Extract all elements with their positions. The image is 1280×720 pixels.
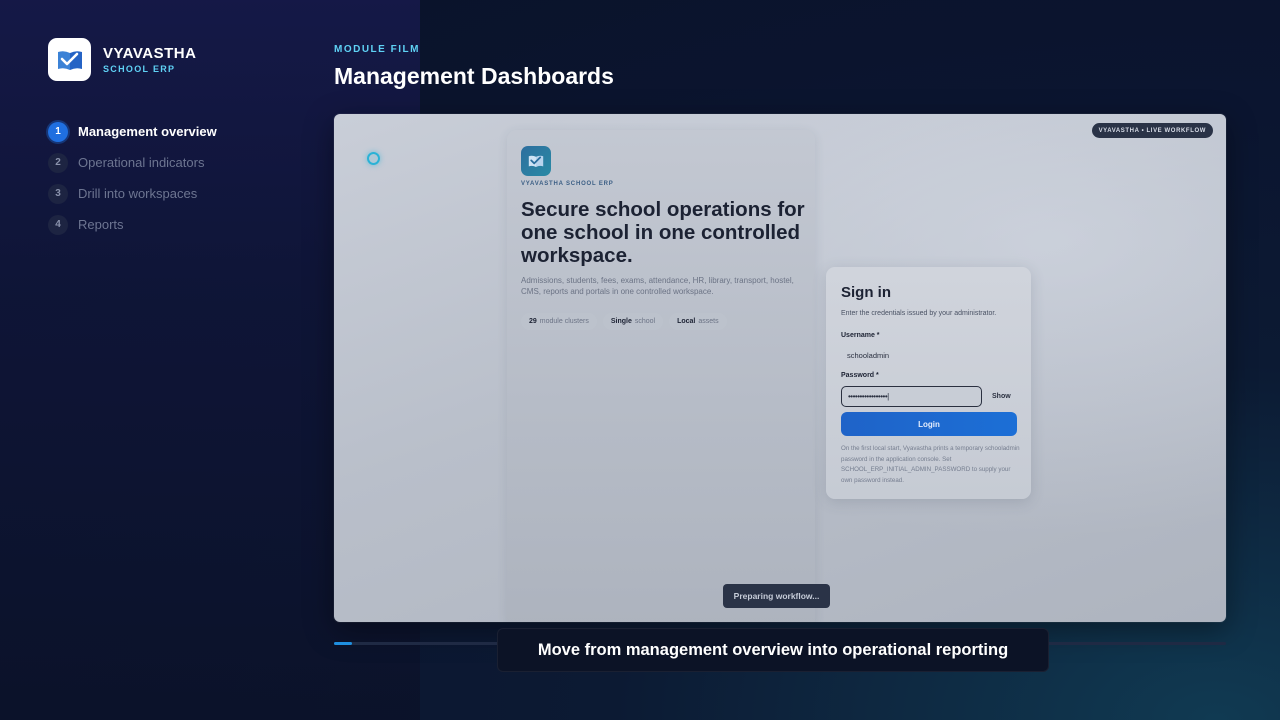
login-button[interactable]: Login	[841, 412, 1017, 436]
step-operational-indicators[interactable]: 2 Operational indicators	[48, 147, 217, 178]
progress-fill	[334, 642, 352, 645]
video-frame[interactable]: VYAVASTHA • LIVE WORKFLOW VYAVASTHA SCHO…	[334, 114, 1226, 622]
sign-in-title: Sign in	[841, 284, 891, 301]
chip-module-clusters: 29 module clusters	[521, 313, 597, 330]
brand-name: VYAVASTHA	[103, 45, 197, 62]
step-label: Management overview	[78, 124, 217, 139]
caption-subtitle: Move from management overview into opera…	[497, 628, 1049, 672]
password-field[interactable]: •••••••••••••••••|	[841, 386, 982, 407]
open-book-check-icon	[48, 38, 91, 81]
brand: VYAVASTHA SCHOOL ERP	[48, 38, 196, 81]
chip-strong: Local	[677, 318, 696, 325]
brand-subtitle: SCHOOL ERP	[103, 64, 176, 74]
username-field[interactable]: schooladmin	[847, 351, 889, 360]
chip-strong: 29	[529, 318, 537, 325]
preparing-workflow-status: Preparing workflow...	[723, 584, 830, 608]
step-number: 2	[48, 152, 68, 173]
live-workflow-badge: VYAVASTHA • LIVE WORKFLOW	[1091, 123, 1213, 138]
hero-title: Secure school operations for one school …	[521, 198, 805, 267]
step-label: Reports	[78, 217, 124, 232]
show-password-button[interactable]: Show	[992, 393, 1011, 400]
step-management-overview[interactable]: 1 Management overview	[48, 116, 217, 147]
step-number: 1	[48, 121, 68, 142]
username-label: Username *	[841, 332, 880, 339]
chip-single-school: Single school	[602, 313, 664, 330]
step-number: 4	[48, 214, 68, 235]
step-label: Operational indicators	[78, 155, 205, 170]
hero-chips: 29 module clusters Single school Local a…	[521, 313, 727, 330]
chip-text: school	[634, 318, 656, 325]
hero-kicker: VYAVASTHA SCHOOL ERP	[521, 181, 614, 187]
chip-text: module clusters	[539, 318, 589, 325]
step-reports[interactable]: 4 Reports	[48, 209, 217, 240]
page-title: Management Dashboards	[334, 63, 614, 89]
hero-description: Admissions, students, fees, exams, atten…	[521, 276, 794, 296]
hero-panel: VYAVASTHA SCHOOL ERP Secure school opera…	[507, 130, 815, 622]
chip-local-assets: Local assets	[669, 313, 727, 330]
cursor-indicator	[367, 152, 380, 165]
chip-text: assets	[698, 318, 719, 325]
open-book-check-icon	[521, 146, 551, 176]
sign-in-note: On the first local start, Vyavastha prin…	[841, 445, 1020, 484]
sign-in-card: Sign in Enter the credentials issued by …	[826, 267, 1031, 499]
chapter-steps: 1 Management overview 2 Operational indi…	[48, 116, 217, 240]
step-label: Drill into workspaces	[78, 186, 198, 201]
password-label: Password *	[841, 372, 879, 379]
step-number: 3	[48, 183, 68, 204]
sign-in-subtitle: Enter the credentials issued by your adm…	[841, 310, 997, 317]
step-drill-into-workspaces[interactable]: 3 Drill into workspaces	[48, 178, 217, 209]
chip-strong: Single	[610, 318, 632, 325]
module-tag: MODULE FILM	[334, 44, 420, 55]
